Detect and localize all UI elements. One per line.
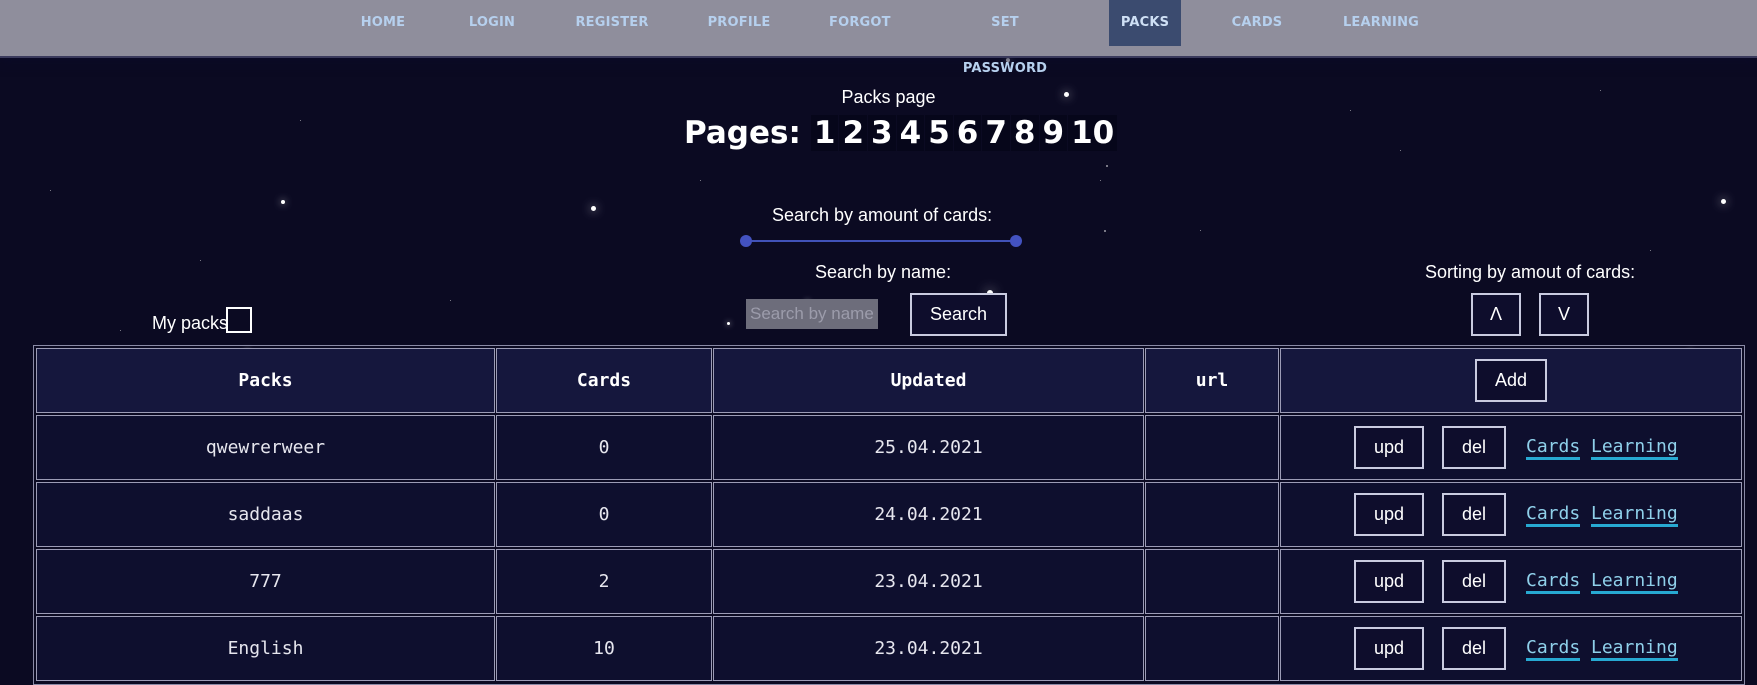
learning-link[interactable]: Learning	[1591, 504, 1678, 527]
range-max-handle[interactable]	[1010, 235, 1022, 247]
amount-filter-label: Search by amount of cards:	[772, 205, 993, 225]
table-cell-name: 777	[36, 549, 495, 614]
learning-link[interactable]: Learning	[1591, 638, 1678, 661]
update-pack-button[interactable]: upd	[1354, 426, 1424, 469]
table-cell-name: saddaas	[36, 482, 495, 547]
name-filter-label: Search by name:	[815, 262, 952, 282]
learning-link[interactable]: Learning	[1591, 571, 1678, 594]
cards-link[interactable]: Cards	[1526, 437, 1581, 460]
sort-ascending-button[interactable]: Λ	[1471, 293, 1521, 336]
page-link-3[interactable]: 3	[868, 115, 896, 151]
nav-profile[interactable]: PROFILE	[707, 0, 771, 46]
delete-pack-button[interactable]: del	[1442, 627, 1506, 670]
nav-set-password[interactable]: SET PASSWORD	[950, 0, 1060, 76]
nav-forgot[interactable]: FORGOT	[829, 0, 891, 46]
pagination-label: Pages:	[684, 115, 801, 151]
nav-learning[interactable]: LEARNING	[1340, 0, 1422, 46]
delete-pack-button[interactable]: del	[1442, 493, 1506, 536]
cards-link[interactable]: Cards	[1526, 571, 1581, 594]
page-link-1[interactable]: 1	[810, 115, 839, 151]
update-pack-button[interactable]: upd	[1354, 627, 1424, 670]
cards-amount-range-slider[interactable]	[740, 235, 1022, 247]
header-url: url	[1145, 348, 1279, 413]
table-cell-url	[1145, 616, 1279, 681]
page-link-7[interactable]: 7	[982, 115, 1010, 151]
table-cell-updated: 24.04.2021	[713, 482, 1144, 547]
table-cell-cards: 0	[496, 482, 712, 547]
page-link-4[interactable]: 4	[896, 115, 925, 151]
cards-link[interactable]: Cards	[1526, 504, 1581, 527]
cards-link[interactable]: Cards	[1526, 638, 1581, 661]
table-cell-name: qwewrerweer	[36, 415, 495, 480]
table-cell-cards: 10	[496, 616, 712, 681]
search-button[interactable]: Search	[910, 293, 1007, 336]
learning-link[interactable]: Learning	[1591, 437, 1678, 460]
page-link-8[interactable]: 8	[1010, 115, 1039, 151]
page-title: Packs page	[841, 87, 936, 107]
nav-register[interactable]: REGISTER	[575, 0, 649, 46]
page-link-5[interactable]: 5	[925, 115, 953, 151]
top-nav: HOME LOGIN REGISTER PROFILE FORGOT SET P…	[0, 0, 1757, 76]
page-link-10[interactable]: 10	[1068, 115, 1118, 151]
table-cell-updated: 23.04.2021	[713, 616, 1144, 681]
update-pack-button[interactable]: upd	[1354, 560, 1424, 603]
my-packs-checkbox[interactable]	[226, 307, 252, 333]
table-cell-cards: 2	[496, 549, 712, 614]
sorting-label: Sorting by amout of cards:	[1425, 262, 1636, 282]
table-cell-url	[1145, 482, 1279, 547]
header-packs: Packs	[36, 348, 495, 413]
range-min-handle[interactable]	[740, 235, 752, 247]
table-cell-updated: 23.04.2021	[713, 549, 1144, 614]
table-cell-updated: 25.04.2021	[713, 415, 1144, 480]
sort-descending-button[interactable]: V	[1539, 293, 1589, 336]
my-packs-label: My packs	[152, 313, 229, 333]
update-pack-button[interactable]: upd	[1354, 493, 1424, 536]
add-pack-button[interactable]: Add	[1475, 359, 1547, 402]
page-link-9[interactable]: 9	[1039, 115, 1068, 151]
packs-table: Packs Cards Updated url Add qwewrerweer …	[33, 345, 1745, 685]
header-cards: Cards	[496, 348, 712, 413]
nav-home[interactable]: HOME	[352, 0, 414, 46]
search-name-input[interactable]	[746, 299, 878, 329]
page-link-6[interactable]: 6	[953, 115, 982, 151]
nav-cards[interactable]: CARDS	[1228, 0, 1286, 46]
page-link-2[interactable]: 2	[839, 115, 868, 151]
table-cell-name: English	[36, 616, 495, 681]
table-cell-cards: 0	[496, 415, 712, 480]
nav-packs[interactable]: PACKS	[1109, 0, 1181, 46]
delete-pack-button[interactable]: del	[1442, 426, 1506, 469]
pagination: Pages: 1 2 3 4 5 6 7 8 9 10	[684, 113, 1118, 153]
header-updated: Updated	[713, 348, 1144, 413]
nav-login[interactable]: LOGIN	[462, 0, 522, 46]
table-cell-url	[1145, 549, 1279, 614]
table-cell-url	[1145, 415, 1279, 480]
delete-pack-button[interactable]: del	[1442, 560, 1506, 603]
